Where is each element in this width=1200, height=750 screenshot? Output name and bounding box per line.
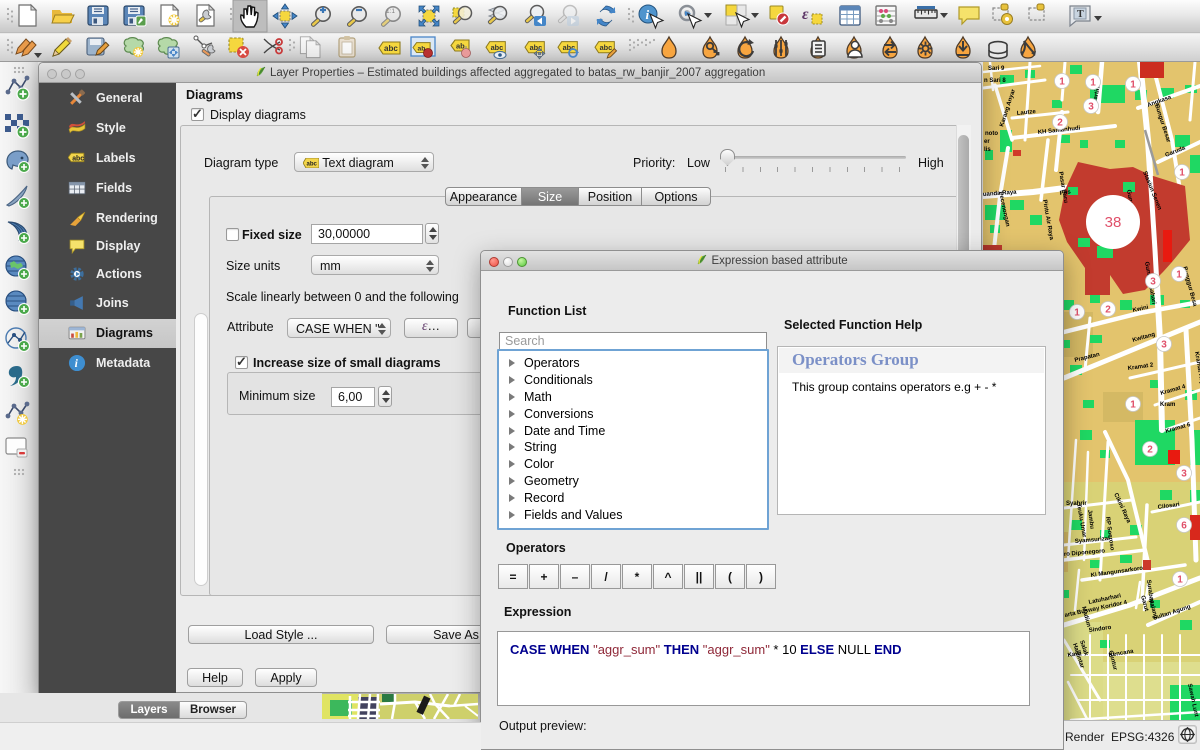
- svg-text:i: i: [646, 7, 650, 22]
- svg-text:1: 1: [1130, 80, 1136, 91]
- svg-text:er: er: [984, 139, 990, 145]
- svg-text:abc: abc: [72, 156, 84, 163]
- svg-text:abc: abc: [307, 162, 318, 168]
- svg-text:Syahrir: Syahrir: [1066, 501, 1087, 507]
- svg-text:1: 1: [1074, 308, 1080, 319]
- svg-text:noto: noto: [985, 131, 998, 137]
- svg-text:1: 1: [1179, 168, 1185, 179]
- svg-text:3: 3: [1150, 277, 1156, 288]
- svg-text:38: 38: [1105, 214, 1122, 231]
- svg-text:1: 1: [1059, 77, 1065, 88]
- svg-text:1:1: 1:1: [386, 8, 395, 15]
- svg-text:Kram: Kram: [1160, 402, 1175, 408]
- svg-text:3: 3: [1161, 340, 1167, 351]
- svg-text:1: 1: [1177, 575, 1183, 586]
- svg-text:2: 2: [1105, 305, 1111, 316]
- svg-text:3: 3: [1181, 469, 1187, 480]
- svg-text:1: 1: [1130, 400, 1136, 411]
- svg-text:1: 1: [1090, 78, 1096, 89]
- svg-text:2: 2: [1147, 445, 1153, 456]
- svg-text:T: T: [1077, 9, 1084, 20]
- svg-text:Sari 9: Sari 9: [988, 66, 1005, 72]
- svg-text:n Sari 8: n Sari 8: [984, 78, 1006, 84]
- svg-text:1: 1: [1176, 270, 1182, 281]
- svg-text:ε: ε: [802, 6, 809, 23]
- svg-text:3: 3: [1088, 102, 1094, 113]
- svg-text:lis: lis: [984, 147, 991, 153]
- svg-text:6: 6: [1181, 521, 1187, 532]
- svg-text:2: 2: [1057, 118, 1063, 129]
